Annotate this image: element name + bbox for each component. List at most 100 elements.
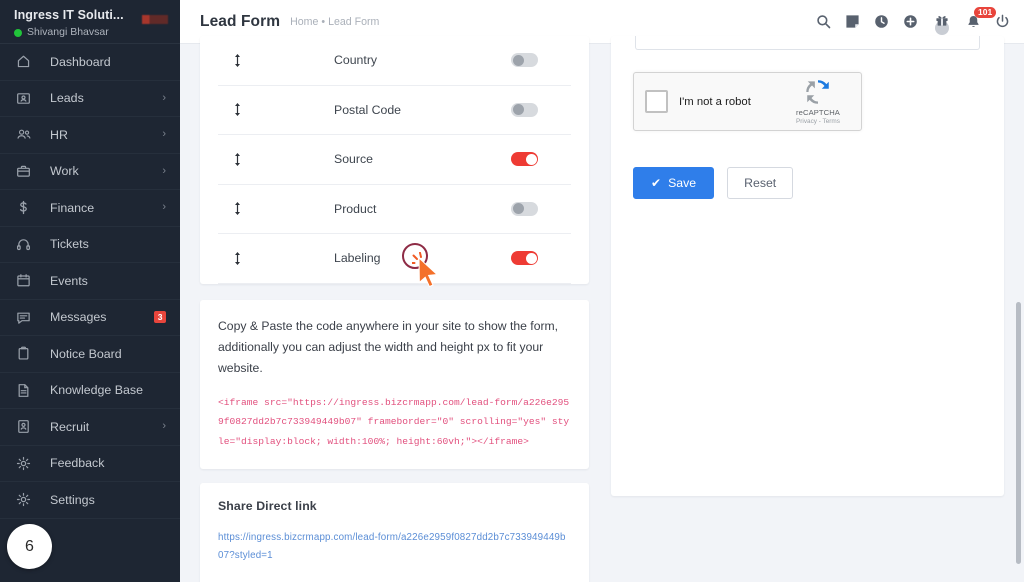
vertical-scrollbar[interactable] — [1013, 44, 1022, 582]
plus-circle-icon[interactable] — [903, 14, 918, 29]
chevron-right-icon: › — [162, 164, 166, 177]
topbar-icons: 101 — [816, 6, 1010, 35]
recaptcha-brand: reCAPTCHA Privacy - Terms — [787, 78, 849, 125]
sidebar-item-label: Feedback — [50, 456, 105, 471]
notification-count-badge: 101 — [974, 6, 997, 18]
breadcrumb-home[interactable]: Home — [290, 16, 318, 28]
home-icon — [16, 54, 36, 69]
sidebar-item-label: Work — [50, 164, 79, 179]
people-icon — [16, 127, 36, 142]
form-field-toggle[interactable] — [511, 201, 538, 216]
app-root: Ingress IT Soluti... Shivangi Bhavsar Da… — [0, 0, 1024, 582]
page-title: Lead Form — [200, 12, 281, 30]
form-field-label: Postal Code — [334, 102, 401, 117]
sidebar-item-work[interactable]: Work › — [0, 154, 180, 190]
embed-code-card: Copy & Paste the code anywhere in your s… — [200, 299, 589, 469]
sidebar-item-label: Events — [50, 273, 88, 288]
drag-handle-icon[interactable] — [218, 152, 256, 166]
sidebar-item-recruit[interactable]: Recruit › — [0, 409, 180, 446]
chevron-right-icon: › — [162, 420, 166, 433]
bell-icon[interactable]: 101 — [966, 6, 997, 30]
scrollbar-thumb[interactable] — [1015, 302, 1021, 564]
left-column: Country Postal Code Source Product Labeling … — [200, 36, 589, 582]
sidebar-item-feedback[interactable]: Feedback — [0, 446, 180, 482]
gift-avatar-icon[interactable] — [932, 10, 952, 35]
sidebar-header: Ingress IT Soluti... Shivangi Bhavsar — [0, 0, 180, 44]
chevron-right-icon: › — [162, 201, 166, 214]
toggle-knob — [512, 203, 524, 215]
sidebar-item-events[interactable]: Events — [0, 263, 180, 300]
sidebar-item-finance[interactable]: Finance › — [0, 190, 180, 227]
form-field-toggle[interactable] — [511, 251, 538, 266]
form-field-label: Labeling — [334, 251, 381, 266]
sidebar-item-label: HR — [50, 127, 68, 142]
share-link-styled[interactable]: https://ingress.bizcrmapp.com/lead-form/… — [218, 529, 571, 565]
reset-button[interactable]: Reset — [727, 167, 794, 199]
gear-icon — [16, 492, 36, 507]
breadcrumb: Home • Lead Form — [290, 16, 379, 28]
form-field-toggle-wrap — [511, 152, 571, 167]
form-actions: ✔ Save Reset — [633, 167, 982, 199]
form-field-row: Labeling — [218, 234, 571, 284]
clipboard-icon — [16, 346, 36, 361]
save-button[interactable]: ✔ Save — [633, 167, 715, 199]
sidebar-user[interactable]: Shivangi Bhavsar — [14, 26, 124, 39]
sidebar-item-knowledge-base[interactable]: Knowledge Base — [0, 373, 180, 409]
form-fields-list: Country Postal Code Source Product Labeling — [218, 36, 571, 284]
online-status-dot — [14, 28, 22, 37]
sidebar-item-label: Messages — [50, 310, 107, 325]
sidebar-item-label: Knowledge Base — [50, 383, 143, 398]
user-name: Shivangi Bhavsar — [27, 26, 109, 38]
embed-iframe-code[interactable]: <iframe src="https://ingress.bizcrmapp.c… — [218, 393, 571, 452]
power-icon[interactable] — [995, 14, 1010, 29]
sidebar-item-leads[interactable]: Leads › — [0, 81, 180, 117]
sidebar-item-notice-board[interactable]: Notice Board — [0, 336, 180, 373]
recaptcha-legal-links[interactable]: Privacy - Terms — [787, 118, 849, 125]
sidebar-item-messages[interactable]: Messages 3 — [0, 300, 180, 336]
toggle-knob — [512, 54, 524, 66]
sidebar-item-tickets[interactable]: Tickets — [0, 227, 180, 263]
company-logo — [142, 15, 168, 24]
drag-handle-icon[interactable] — [218, 53, 256, 67]
drag-handle-icon[interactable] — [218, 251, 256, 265]
briefcase-icon — [16, 164, 36, 179]
check-icon: ✔ — [651, 176, 662, 190]
drag-handle-icon[interactable] — [218, 202, 256, 216]
id-card-icon — [16, 419, 36, 434]
contact-icon — [16, 91, 36, 106]
sidebar-org-block: Ingress IT Soluti... Shivangi Bhavsar — [14, 5, 124, 39]
sidebar-item-badge: 3 — [154, 311, 166, 324]
recaptcha-brand-name: reCAPTCHA — [796, 108, 840, 117]
toggle-knob — [525, 252, 537, 264]
sidebar-item-label: Notice Board — [50, 346, 122, 361]
breadcrumb-current[interactable]: Lead Form — [328, 16, 379, 28]
sidebar-item-label: Finance — [50, 200, 95, 215]
chat-icon — [16, 310, 36, 325]
clock-icon[interactable] — [874, 14, 889, 29]
toggle-knob — [512, 104, 524, 116]
sidebar-item-dashboard[interactable]: Dashboard — [0, 44, 180, 81]
dollar-icon — [16, 200, 36, 215]
form-field-toggle[interactable] — [511, 53, 538, 68]
note-icon[interactable] — [845, 14, 860, 29]
form-field-row: Country — [218, 36, 571, 86]
message-field-cutoff[interactable] — [635, 36, 980, 50]
content-area: Country Postal Code Source Product Labeling … — [180, 36, 1024, 582]
form-field-toggle-wrap — [511, 102, 571, 117]
sidebar-item-label: Tickets — [50, 237, 89, 252]
form-field-toggle[interactable] — [511, 152, 538, 167]
recaptcha-checkbox[interactable] — [645, 90, 668, 113]
form-field-row: Product — [218, 185, 571, 234]
recaptcha-widget[interactable]: I'm not a robot reCAPTCHA Privacy - Term… — [633, 72, 862, 131]
drag-handle-icon[interactable] — [218, 103, 256, 117]
sidebar-item-label: Dashboard — [50, 54, 111, 69]
form-field-toggle[interactable] — [511, 102, 538, 117]
save-button-label: Save — [668, 176, 697, 190]
form-field-label: Product — [334, 201, 377, 216]
embed-instructions: Copy & Paste the code anywhere in your s… — [218, 316, 571, 379]
sidebar-item-hr[interactable]: HR › — [0, 117, 180, 154]
sidebar-nav: Dashboard Leads › HR › Work › Finance › Tickets Ev… — [0, 44, 180, 519]
search-icon[interactable] — [816, 14, 831, 29]
sidebar-item-settings[interactable]: Settings — [0, 482, 180, 519]
embed-instructions-line1: Copy & Paste the code anywhere in your s… — [218, 318, 559, 333]
